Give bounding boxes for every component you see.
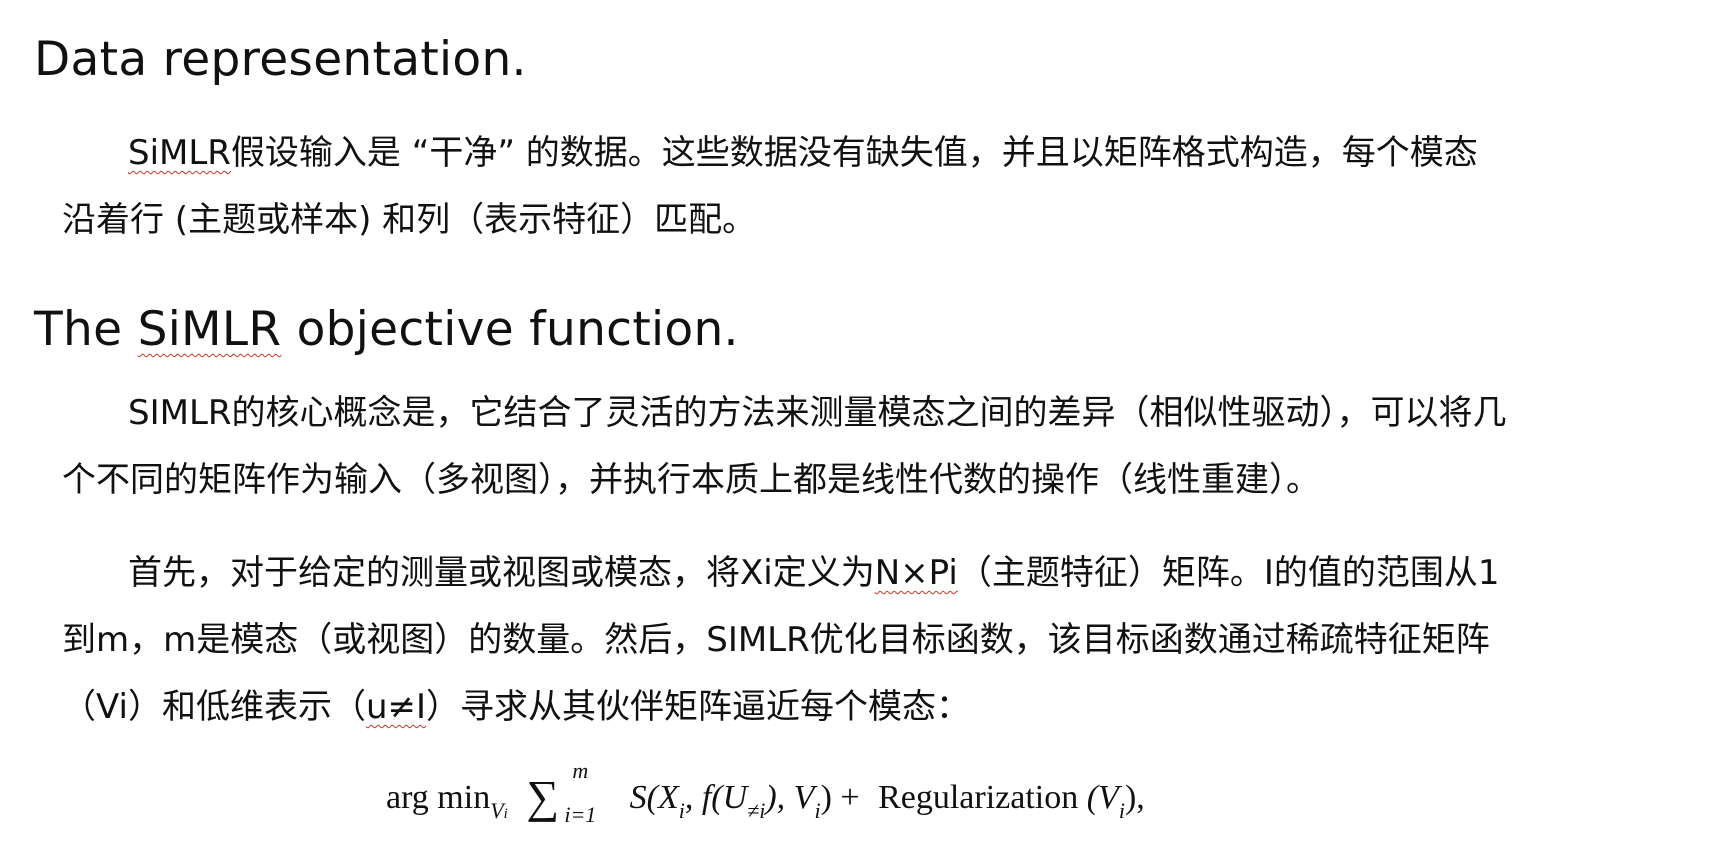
objective-equation: arg minVi ∑ m i=1 S(Xi, f(U≠i), Vi) + Regu… (386, 760, 1145, 826)
paragraph-text: 首先，对于给定的测量或视图或模态，将Xi定义为 (128, 553, 875, 593)
paragraph-line: 首先，对于给定的测量或视图或模态，将Xi定义为N×Pi（主题特征）矩阵。I的值的… (62, 540, 1672, 607)
document-page: Data representation. SiMLR假设输入是 “干净” 的数据… (0, 0, 1720, 862)
equation-term: ), (1124, 779, 1145, 816)
equation-subscript: i (1118, 798, 1125, 823)
equation-operator-subscript: Vi (490, 798, 508, 823)
heading-text: The (34, 302, 138, 357)
equation-term: (V (1086, 779, 1119, 816)
spellcheck-term: SiMLR (128, 133, 231, 173)
spellcheck-term: SiMLR (137, 302, 282, 357)
heading-text: objective function. (281, 302, 739, 357)
equation-regularization-label: Regularization (878, 779, 1079, 816)
section-heading-data-representation: Data representation. (34, 32, 527, 87)
summation-symbol: ∑ m i=1 (526, 758, 597, 827)
paragraph-objective-definition: 首先，对于给定的测量或视图或模态，将Xi定义为N×Pi（主题特征）矩阵。I的值的… (62, 540, 1672, 741)
equation-subscript: ≠i (747, 798, 766, 823)
paragraph-data-representation: SiMLR假设输入是 “干净” 的数据。这些数据没有缺失值，并且以矩阵格式构造，… (62, 120, 1672, 254)
paragraph-line: SIMLR的核心概念是，它结合了灵活的方法来测量模态之间的差异（相似性驱动），可… (128, 393, 1507, 433)
equation-term: ) + (820, 779, 860, 816)
equation-term: ), V (765, 779, 815, 816)
paragraph-text: ）寻求从其伙伴矩阵逼近每个模态： (426, 687, 971, 727)
paragraph-line: 到m，m是模态（或视图）的数量。然后，SIMLR优化目标函数，该目标函数通过稀疏… (62, 620, 1490, 660)
paragraph-simlr-concept: SIMLR的核心概念是，它结合了灵活的方法来测量模态之间的差异（相似性驱动），可… (62, 380, 1672, 514)
summation-lower-limit: i=1 (564, 802, 597, 827)
paragraph-text: 假设输入是 “干净” 的数据。这些数据没有缺失值，并且以矩阵格式构造，每个模态 (230, 133, 1478, 173)
spellcheck-term: u≠I (365, 687, 427, 727)
paragraph-line: SiMLR假设输入是 “干净” 的数据。这些数据没有缺失值，并且以矩阵格式构造，… (62, 120, 1672, 187)
paragraph-text: （主题特征）矩阵。I的值的范围从1 (957, 553, 1500, 593)
paragraph-line: （Vi）和低维表示（u≠I）寻求从其伙伴矩阵逼近每个模态： (62, 674, 1672, 741)
paragraph-line: 沿着行 (主题或样本) 和列（表示特征）匹配。 (62, 200, 757, 240)
paragraph-text: （Vi）和低维表示（ (62, 687, 366, 727)
summation-upper-limit: m (572, 758, 589, 783)
equation-subscript: i (678, 798, 685, 823)
equation-operator: arg min (386, 779, 491, 816)
spellcheck-term: N×Pi (874, 553, 958, 593)
section-heading-objective-function: The SiMLR objective function. (34, 306, 739, 353)
paragraph-line: 个不同的矩阵作为输入（多视图），并执行本质上都是线性代数的操作（线性重建）。 (62, 460, 1320, 500)
equation-term: , f(U (684, 779, 748, 816)
equation-subscript: i (814, 798, 821, 823)
equation-term: S(X (629, 779, 679, 816)
